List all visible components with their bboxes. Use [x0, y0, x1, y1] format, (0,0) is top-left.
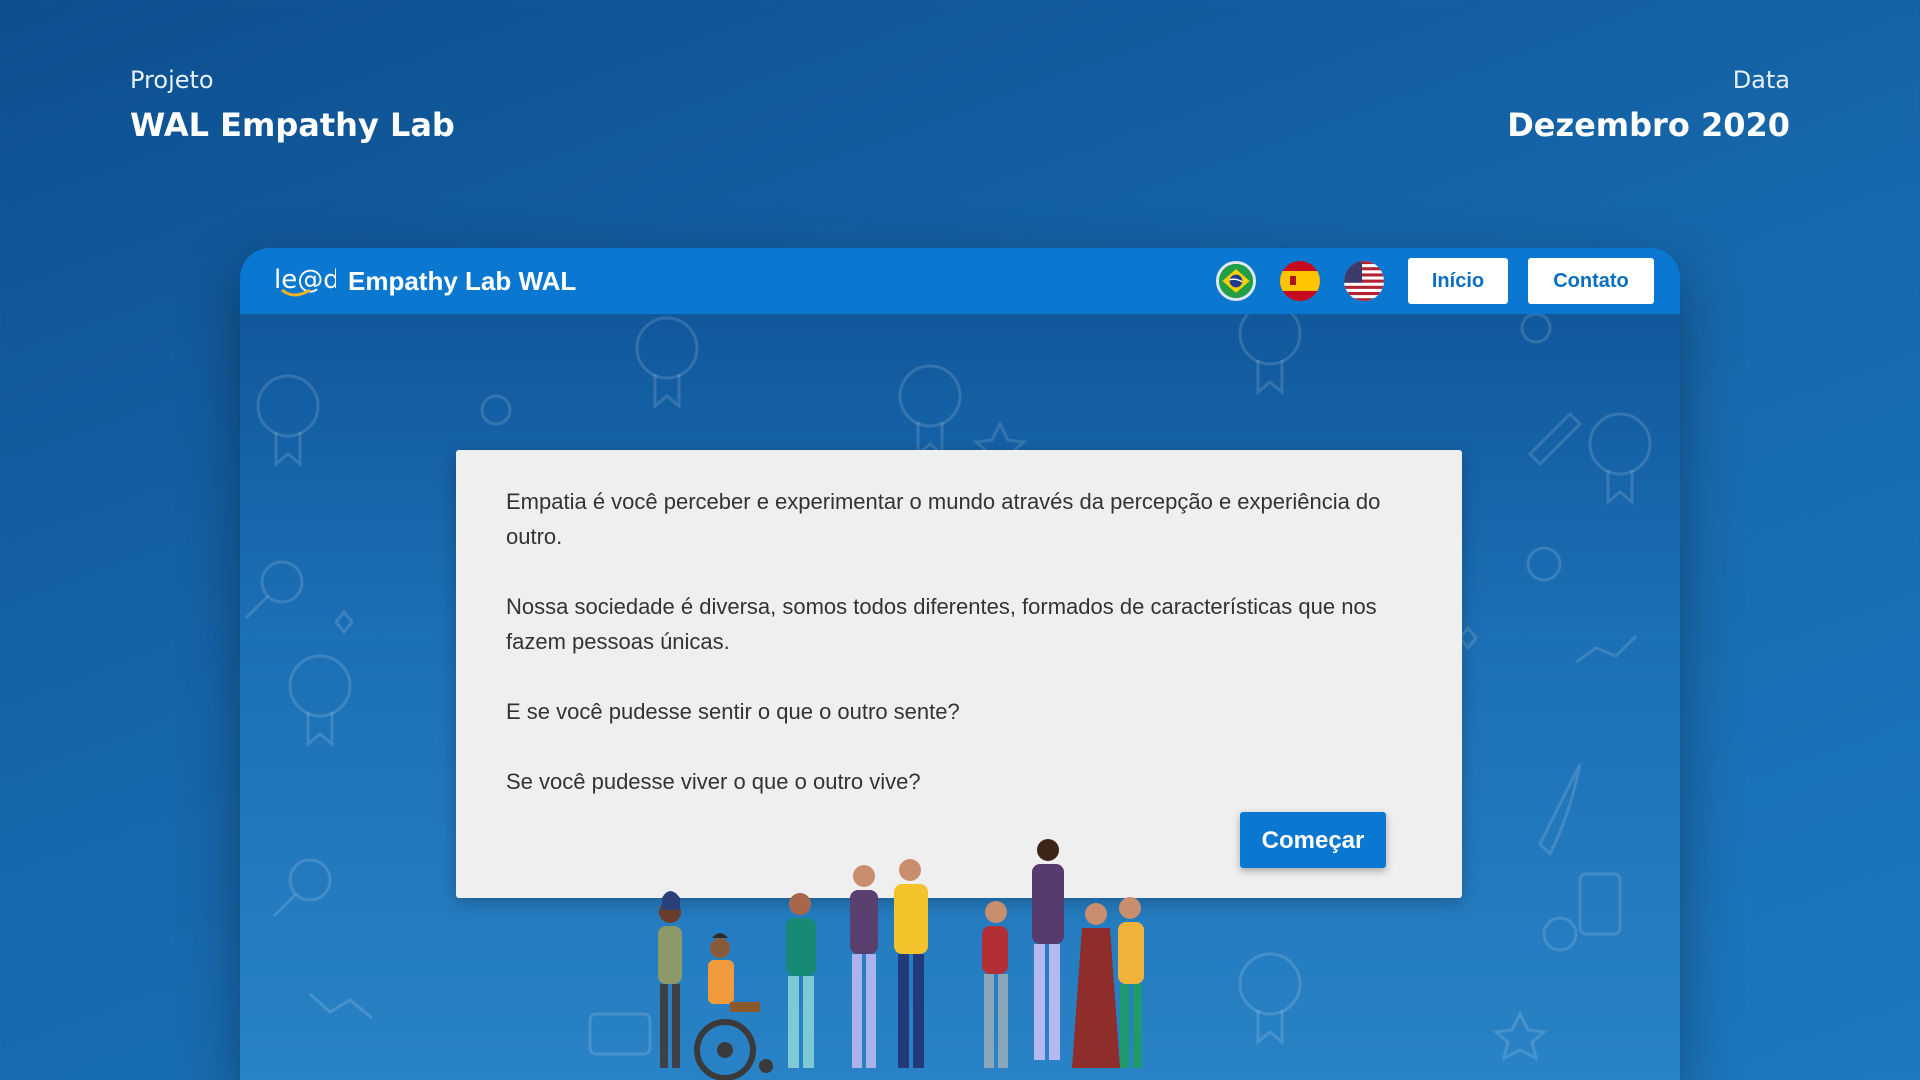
person-figure	[1118, 897, 1144, 1068]
brand-title: Empathy Lab WAL	[348, 265, 577, 296]
app-window: le@d Empathy Lab WAL Início Contato Empa…	[240, 248, 1680, 1080]
project-info: Projeto WAL Empathy Lab	[130, 66, 455, 144]
wheelchair-figure	[694, 933, 773, 1080]
date-info: Data Dezembro 2020	[1507, 66, 1790, 144]
usa-flag-icon[interactable]	[1344, 261, 1384, 301]
start-button[interactable]: Começar	[1240, 812, 1386, 868]
person-figure	[894, 859, 928, 1068]
person-figure	[786, 893, 816, 1068]
person-figure	[850, 865, 878, 1068]
brazil-flag-icon[interactable]	[1216, 261, 1256, 301]
intro-paragraph: Nossa sociedade é diversa, somos todos d…	[506, 594, 1377, 654]
date-label: Data	[1732, 66, 1790, 94]
contact-button[interactable]: Contato	[1528, 258, 1654, 304]
navbar: le@d Empathy Lab WAL Início Contato	[240, 248, 1680, 314]
diverse-people-illustration	[658, 839, 1144, 1080]
person-figure	[982, 901, 1008, 1068]
home-button[interactable]: Início	[1408, 258, 1508, 304]
intro-paragraph: E se você pudesse sentir o que o outro s…	[506, 699, 960, 724]
nav-actions: Início Contato	[1216, 258, 1654, 304]
project-name: WAL Empathy Lab	[130, 106, 455, 144]
lead-logo-icon: le@d	[274, 265, 336, 297]
intro-paragraph: Empatia é você perceber e experimentar o…	[506, 489, 1381, 549]
person-figure	[1072, 903, 1120, 1068]
date-value: Dezembro 2020	[1507, 106, 1790, 144]
spain-flag-icon[interactable]	[1280, 261, 1320, 301]
project-label: Projeto	[130, 66, 214, 94]
person-figure	[658, 891, 682, 1068]
logo[interactable]: le@d Empathy Lab WAL	[274, 264, 576, 298]
person-figure	[1032, 839, 1064, 1060]
